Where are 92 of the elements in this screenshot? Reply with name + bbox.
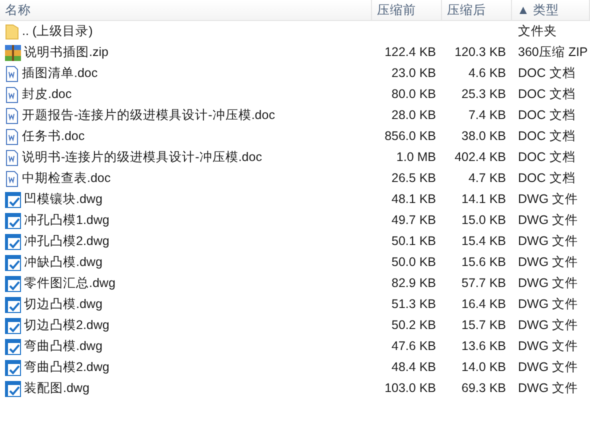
file-name[interactable]: 插图清单.doc [22, 64, 98, 83]
file-type: DWG 文件 [518, 213, 578, 228]
document-icon [5, 128, 19, 144]
original-size: 50.0 KB [392, 254, 436, 272]
drawing-file-icon [5, 380, 21, 396]
compressed-size: 25.3 KB [462, 86, 506, 104]
file-type: DOC 文档 [518, 66, 576, 80]
file-name[interactable]: 切边凸模.dwg [24, 295, 102, 314]
file-name[interactable]: 冲孔凸模2.dwg [24, 232, 110, 251]
compressed-size: 14.0 KB [462, 359, 506, 376]
compressed-size: 15.6 KB [462, 254, 506, 272]
file-name[interactable]: 装配图.dwg [24, 379, 90, 398]
file-type: DWG 文件 [518, 276, 578, 290]
column-header[interactable]: ▲ 类型 [512, 0, 590, 20]
original-size: 51.3 KB [392, 296, 436, 314]
file-name[interactable]: 封皮.doc [22, 85, 72, 104]
document-icon [5, 150, 19, 166]
document-icon [5, 108, 19, 124]
file-type: DWG 文件 [518, 318, 578, 332]
document-icon [5, 66, 19, 82]
original-size: 47.6 KB [392, 338, 436, 356]
compressed-size: 16.4 KB [462, 296, 506, 314]
document-icon [5, 170, 19, 186]
file-name[interactable]: 凹模镶块.dwg [24, 190, 102, 209]
file-type: DOC 文档 [518, 87, 576, 102]
file-name[interactable]: 说明书-连接片的级进模具设计-冲压模.doc [22, 148, 262, 167]
file-name[interactable]: 说明书插图.zip [24, 43, 108, 62]
original-size: 82.9 KB [392, 275, 436, 292]
compressed-size: 13.6 KB [462, 338, 506, 356]
file-name[interactable]: 切边凸模2.dwg [24, 316, 110, 335]
drawing-file-icon [5, 212, 21, 228]
document-icon [5, 86, 19, 102]
column-header[interactable]: 压缩前 [372, 0, 442, 20]
compressed-size: 57.7 KB [462, 275, 506, 292]
compressed-size: 15.7 KB [462, 317, 506, 334]
file-type: DOC 文档 [518, 129, 576, 144]
compressed-size: 4.6 KB [468, 65, 506, 82]
original-size: 122.4 KB [384, 44, 436, 62]
drawing-file-icon [5, 296, 21, 312]
file-name[interactable]: 冲缺凸模.dwg [24, 253, 102, 272]
column-header[interactable]: 压缩后 [442, 0, 512, 20]
compressed-size: 4.7 KB [468, 170, 506, 188]
file-type: DWG 文件 [518, 360, 578, 374]
drawing-file-icon [5, 192, 21, 208]
file-name[interactable]: .. (上级目录) [22, 22, 93, 41]
drawing-file-icon [5, 338, 21, 354]
file-type: DWG 文件 [518, 381, 578, 396]
drawing-file-icon [5, 234, 21, 250]
drawing-file-icon [5, 360, 21, 376]
file-type: DOC 文档 [518, 108, 576, 122]
original-size: 23.0 KB [392, 65, 436, 82]
compressed-size: 7.4 KB [468, 107, 506, 124]
original-size: 50.2 KB [392, 317, 436, 334]
file-type: DOC 文档 [518, 150, 576, 164]
file-name[interactable]: 开题报告-连接片的级进模具设计-冲压模.doc [22, 106, 275, 125]
original-size: 48.1 KB [392, 191, 436, 208]
original-size: 856.0 KB [384, 128, 436, 146]
file-type: DOC 文档 [518, 171, 576, 186]
original-size: 1.0 MB [396, 149, 436, 166]
file-type: DWG 文件 [518, 297, 578, 312]
file-type: DWG 文件 [518, 339, 578, 354]
file-type: DWG 文件 [518, 192, 578, 206]
original-size: 48.4 KB [392, 359, 436, 376]
compressed-size: 38.0 KB [462, 128, 506, 146]
folder-icon [5, 24, 19, 40]
file-type: DWG 文件 [518, 255, 578, 270]
drawing-file-icon [5, 276, 21, 292]
original-size: 50.1 KB [392, 233, 436, 250]
file-name[interactable]: 任务书.doc [22, 127, 85, 146]
file-name[interactable]: 零件图汇总.dwg [24, 274, 116, 293]
column-header[interactable]: 名称 [0, 0, 372, 20]
file-type: 360压缩 ZIP [518, 45, 588, 60]
compressed-size: 15.0 KB [462, 212, 506, 230]
file-type: DWG 文件 [518, 234, 578, 248]
file-type: 文件夹 [518, 24, 557, 38]
compressed-size: 402.4 KB [454, 149, 506, 166]
original-size: 26.5 KB [392, 170, 436, 188]
original-size: 80.0 KB [392, 86, 436, 104]
file-name[interactable]: 弯曲凸模2.dwg [24, 358, 110, 377]
drawing-file-icon [5, 254, 21, 270]
file-name[interactable]: 冲孔凸模1.dwg [24, 211, 110, 230]
original-size: 49.7 KB [392, 212, 436, 230]
compressed-size: 120.3 KB [454, 44, 506, 62]
drawing-file-icon [5, 318, 21, 334]
file-name[interactable]: 中期检查表.doc [22, 169, 111, 188]
original-size: 28.0 KB [392, 107, 436, 124]
file-name[interactable]: 弯曲凸模.dwg [24, 337, 102, 356]
original-size: 103.0 KB [384, 380, 436, 398]
compressed-size: 14.1 KB [462, 191, 506, 208]
archive-icon [5, 44, 21, 60]
compressed-size: 69.3 KB [462, 380, 506, 398]
compressed-size: 15.4 KB [462, 233, 506, 250]
